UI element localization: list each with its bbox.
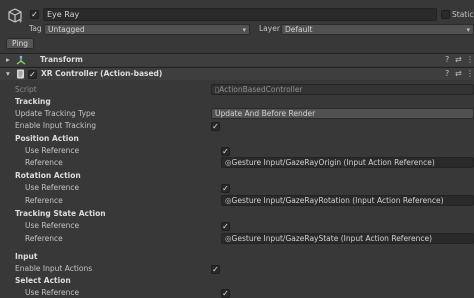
help-icon[interactable]: ? [445, 69, 449, 79]
rotation-reference-label: Reference [25, 196, 63, 205]
position-reference-value: Gesture Input/GazeRayOrigin (Input Actio… [231, 158, 435, 167]
update-tracking-type-label: Update Tracking Type [15, 109, 96, 118]
script-value: ActionBasedController [219, 85, 303, 94]
check-icon: ✓ [222, 289, 229, 298]
tracking-state-reference-field[interactable]: ◎Gesture Input/GazeRayState (Input Actio… [221, 233, 474, 244]
select-action-header: Select Action [15, 276, 71, 285]
position-action-header: Position Action [15, 134, 79, 143]
check-icon: ✓ [222, 222, 229, 231]
script-label: Script [15, 85, 37, 94]
position-reference-label: Reference [25, 158, 63, 167]
xr-controller-title: XR Controller (Action-based) [41, 69, 163, 78]
menu-icon[interactable]: ⋮ [466, 69, 474, 79]
layer-dropdown[interactable]: Default ▾ [281, 24, 474, 35]
fold-down-icon[interactable]: ▾ [6, 69, 10, 79]
static-checkbox[interactable] [441, 10, 450, 19]
check-icon: ✓ [31, 10, 38, 19]
select-use-reference-label: Use Reference [25, 288, 80, 297]
position-use-reference-checkbox[interactable]: ✓ [221, 147, 230, 156]
layer-label: Layer [259, 24, 280, 33]
check-icon: ✓ [222, 147, 229, 156]
script-icon [17, 69, 24, 79]
enable-input-tracking-checkbox[interactable]: ✓ [211, 122, 220, 131]
input-header: Input [15, 252, 38, 261]
script-field: ▯ActionBasedController [211, 84, 474, 95]
static-label: Static [452, 10, 474, 19]
icon-dropdown-chevron[interactable]: ▾ [19, 17, 22, 27]
rotation-use-reference-checkbox[interactable]: ✓ [221, 184, 230, 193]
enable-input-actions-label: Enable Input Actions [15, 264, 93, 273]
rotation-reference-value: Gesture Input/GazeRayRotation (Input Act… [231, 196, 444, 205]
object-name-field[interactable]: Eye Ray [43, 8, 437, 21]
component-enabled-checkbox[interactable]: ✓ [28, 70, 37, 79]
check-icon: ✓ [222, 184, 229, 193]
transform-icon [16, 55, 26, 65]
rotation-reference-field[interactable]: ◎Gesture Input/GazeRayRotation (Input Ac… [221, 195, 474, 206]
check-icon: ✓ [212, 265, 219, 274]
update-tracking-type-value: Update And Before Render [215, 109, 316, 118]
presets-icon[interactable]: ⇄ [455, 55, 462, 65]
tracking-state-reference-value: Gesture Input/GazeRayState (Input Action… [231, 234, 433, 243]
update-tracking-type-dropdown[interactable]: Update And Before Render [211, 108, 474, 119]
chevron-down-icon: ▾ [242, 26, 246, 34]
select-use-reference-checkbox[interactable]: ✓ [221, 289, 230, 298]
check-icon: ✓ [29, 70, 36, 79]
menu-icon[interactable]: ⋮ [466, 55, 474, 65]
rotation-action-header: Rotation Action [15, 171, 81, 180]
layer-value: Default [285, 25, 313, 34]
tracking-state-use-reference-label: Use Reference [25, 221, 80, 230]
active-checkbox[interactable]: ✓ [30, 10, 39, 19]
rotation-use-reference-label: Use Reference [25, 183, 80, 192]
check-icon: ✓ [212, 122, 219, 131]
transform-title: Transform [40, 55, 83, 64]
enable-input-actions-checkbox[interactable]: ✓ [211, 265, 220, 274]
position-use-reference-label: Use Reference [25, 146, 80, 155]
ping-button[interactable]: Ping [6, 38, 34, 49]
presets-icon[interactable]: ⇄ [455, 69, 462, 79]
position-reference-field[interactable]: ◎Gesture Input/GazeRayOrigin (Input Acti… [221, 157, 474, 168]
tracking-state-use-reference-checkbox[interactable]: ✓ [221, 222, 230, 231]
tracking-header: Tracking [15, 97, 51, 106]
fold-right-icon[interactable]: ▸ [6, 55, 10, 65]
tag-dropdown[interactable]: Untagged ▾ [44, 24, 250, 35]
tag-label: Tag [29, 24, 42, 33]
enable-input-tracking-label: Enable Input Tracking [15, 121, 96, 130]
tracking-state-action-header: Tracking State Action [15, 209, 106, 218]
tag-value: Untagged [48, 25, 85, 34]
chevron-down-icon: ▾ [466, 26, 470, 34]
help-icon[interactable]: ? [445, 55, 449, 65]
tracking-state-reference-label: Reference [25, 234, 63, 243]
